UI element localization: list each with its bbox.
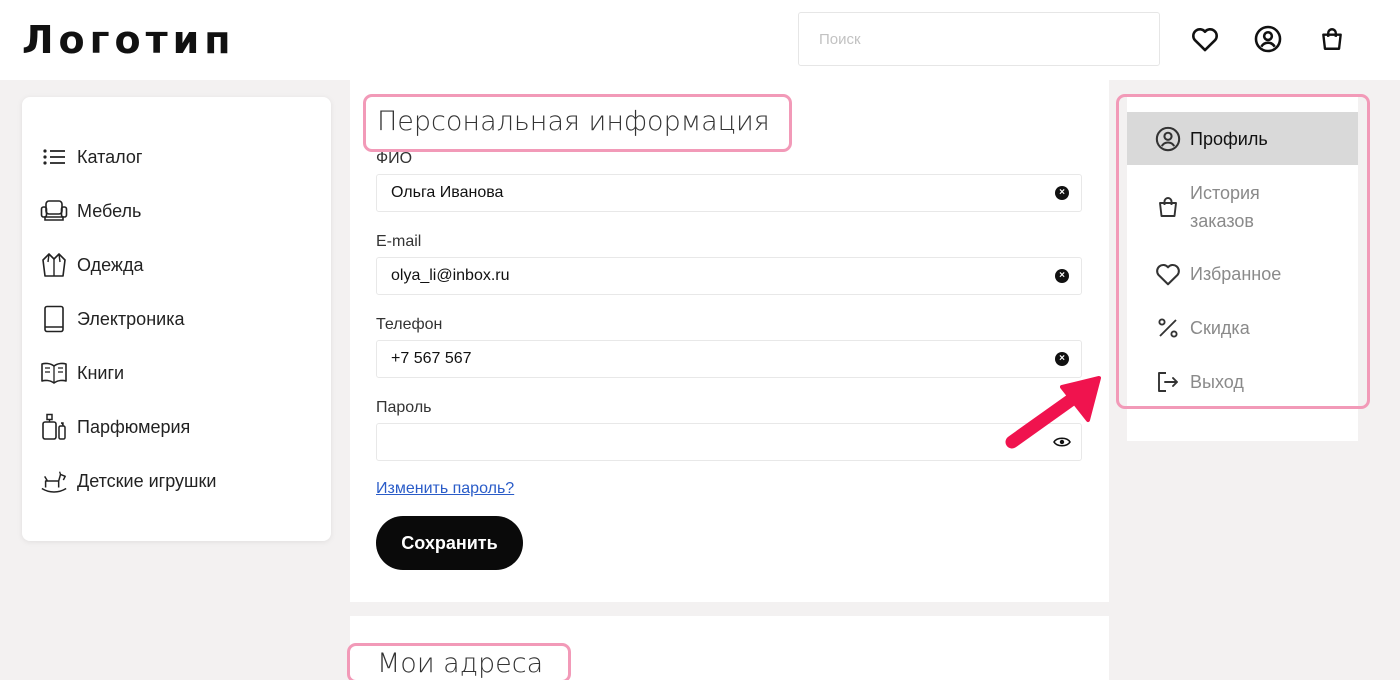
phone-label: Телефон [376,316,443,333]
highlight-box-profile-menu [1116,94,1370,409]
jacket-icon [40,251,68,279]
category-sidebar: Каталог Мебель Одежда Электроника Книги … [22,97,331,541]
perfume-icon [40,413,68,441]
category-item-toys[interactable]: Детские игрушки [40,465,216,497]
save-button[interactable]: Сохранить [376,516,523,570]
password-input[interactable] [377,424,1053,460]
email-label: E-mail [376,233,422,250]
list-icon [40,143,68,171]
fio-label: ФИО [376,150,413,167]
clear-icon[interactable]: × [1055,352,1069,366]
category-item-perfume[interactable]: Парфюмерия [40,411,190,443]
rocking-horse-icon [40,467,68,495]
bag-icon[interactable] [1317,24,1347,54]
highlight-box-addresses [347,643,571,680]
category-label: Каталог [77,146,143,167]
category-item-catalog[interactable]: Каталог [40,141,142,173]
category-label: Книги [77,362,125,383]
category-item-books[interactable]: Книги [40,357,124,389]
annotation-arrow [1005,376,1101,449]
category-item-clothing[interactable]: Одежда [40,249,143,281]
password-field [376,423,1082,461]
category-label: Парфюмерия [77,416,191,437]
category-item-furniture[interactable]: Мебель [40,195,141,227]
logo[interactable]: Логотип [22,18,236,62]
fio-input[interactable] [377,175,1055,211]
phone-field: × [376,340,1082,378]
clear-icon[interactable]: × [1055,269,1069,283]
highlight-box-title [363,94,792,152]
email-field: × [376,257,1082,295]
heart-icon[interactable] [1190,24,1220,54]
search-input[interactable] [798,12,1160,66]
book-icon [40,359,68,387]
header: Логотип [0,0,1400,80]
user-icon[interactable] [1253,24,1283,54]
phone-input[interactable] [377,341,1055,377]
category-label: Одежда [77,254,144,275]
category-label: Детские игрушки [77,470,217,491]
change-password-link[interactable]: Изменить пароль? [376,480,514,498]
armchair-icon [40,197,68,225]
category-item-electronics[interactable]: Электроника [40,303,184,335]
fio-field: × [376,174,1082,212]
clear-icon[interactable]: × [1055,186,1069,200]
category-label: Электроника [77,308,185,329]
email-input[interactable] [377,258,1055,294]
category-label: Мебель [77,200,142,221]
password-label: Пароль [376,399,432,416]
tablet-icon [40,305,68,333]
